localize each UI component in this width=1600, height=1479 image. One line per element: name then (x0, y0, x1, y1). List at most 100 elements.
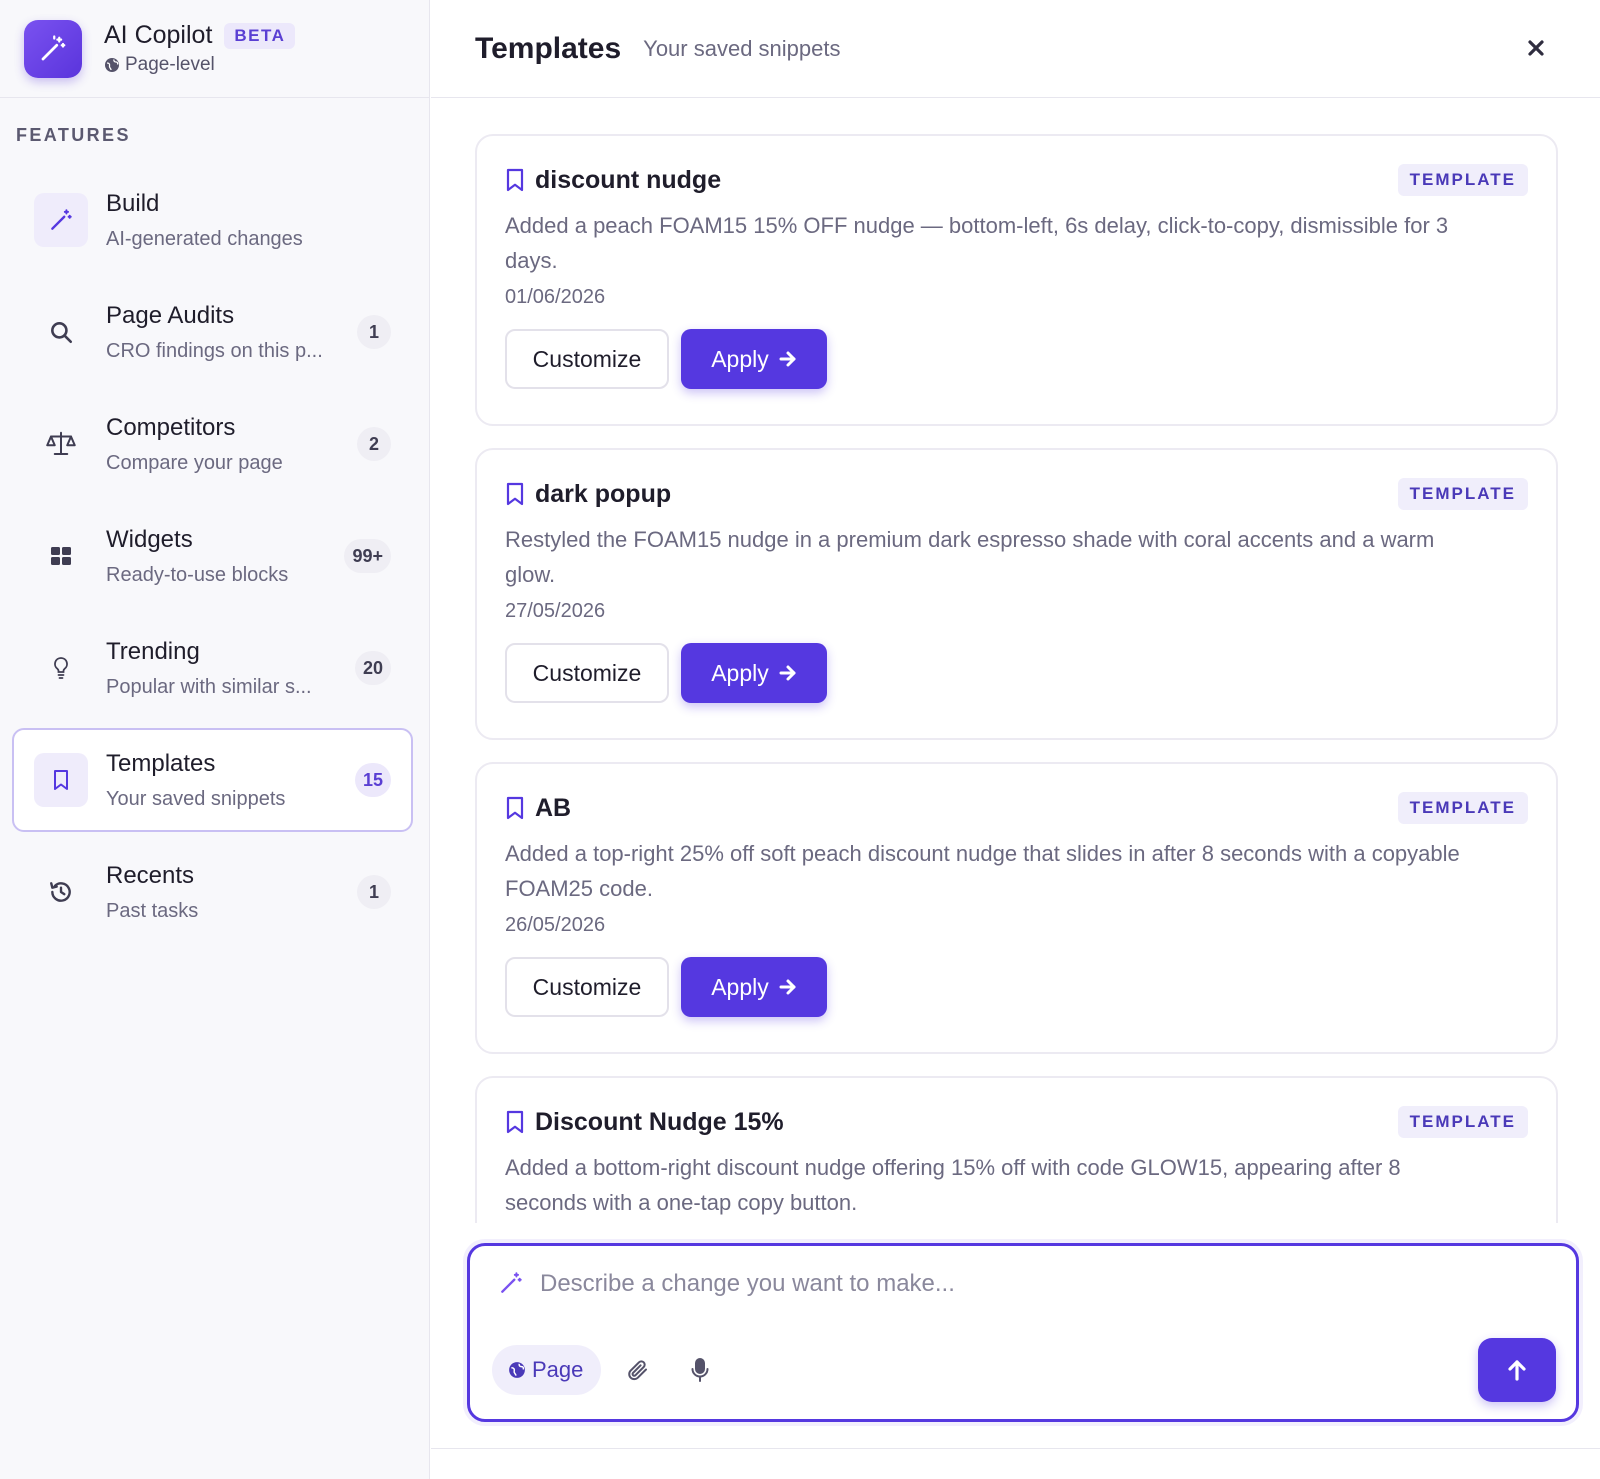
card-header: discount nudge (505, 162, 1528, 198)
bookmark-icon (506, 1110, 524, 1134)
history-icon (50, 882, 71, 902)
microphone-button[interactable] (682, 1352, 718, 1388)
card-header: AB (505, 790, 1528, 826)
nav-text: Competitors Compare your page (106, 414, 283, 475)
nav-icon-container (34, 305, 88, 359)
app-scope-label: Page-level (125, 54, 215, 75)
card-actions: Customize Apply (505, 957, 1528, 1017)
grid-icon (51, 547, 71, 565)
count-badge: 1 (357, 315, 391, 349)
template-description: Added a peach FOAM15 15% OFF nudge — bot… (505, 213, 1449, 273)
nav-icon-container (34, 529, 88, 583)
apply-button-label: Apply (711, 973, 769, 1000)
count-badge: 99+ (344, 539, 391, 573)
arrow-right-icon (779, 351, 796, 367)
app-title: AI Copilot (104, 21, 213, 49)
sidebar-item-subtitle: Your saved snippets (106, 787, 286, 810)
sidebar-item-subtitle: Compare your page (106, 451, 283, 474)
microphone-icon (691, 1358, 709, 1382)
nav-text: Trending Popular with similar s... (106, 638, 312, 699)
features-section-label: FEATURES (16, 125, 131, 145)
apply-button-label: Apply (711, 345, 769, 372)
arrow-right-icon (779, 979, 796, 995)
globe-icon (509, 1362, 525, 1378)
nav-icon-container (34, 193, 88, 247)
magic-wand-icon (501, 1272, 522, 1293)
template-card: dark popup TEMPLATE Restyled the FOAM15 … (475, 448, 1558, 740)
page-scope-chip[interactable]: Page (492, 1345, 602, 1395)
app-logo (24, 19, 82, 78)
apply-button[interactable]: Apply (681, 329, 827, 389)
bookmark-icon (506, 168, 524, 192)
apply-button[interactable]: Apply (681, 957, 827, 1017)
apply-button-label: Apply (711, 659, 769, 686)
bookmark-icon (54, 770, 68, 790)
template-tag: TEMPLATE (1397, 164, 1528, 196)
page-scope-label: Page (532, 1357, 584, 1382)
template-description: Added a bottom-right discount nudge offe… (505, 1155, 1401, 1215)
close-button[interactable] (1518, 30, 1554, 66)
count-badge: 15 (354, 763, 391, 797)
template-tag: TEMPLATE (1397, 1106, 1528, 1138)
card-header: dark popup (505, 476, 1528, 512)
sidebar-item-widgets[interactable]: Widgets Ready-to-use blocks 99+ (12, 504, 413, 608)
customize-button[interactable]: Customize (505, 957, 669, 1017)
template-date: 01/06/2026 (505, 286, 606, 308)
apply-button[interactable]: Apply (681, 643, 827, 703)
prompt-input[interactable] (540, 1260, 1440, 1308)
template-tag: TEMPLATE (1397, 792, 1528, 824)
main-header: Templates Your saved snippets (431, 0, 1600, 98)
arrow-up-icon (1508, 1360, 1526, 1381)
sidebar-item-recents[interactable]: Recents Past tasks 1 (12, 840, 413, 944)
sidebar-item-trending[interactable]: Trending Popular with similar s... 20 (12, 616, 413, 720)
bottom-divider (431, 1448, 1600, 1449)
sidebar-item-title: Templates (106, 749, 216, 777)
sidebar: AI Copilot BETA Page-level FEATURES Buil… (0, 0, 430, 1479)
app-scope: Page-level (104, 54, 295, 76)
nav-text: Widgets Ready-to-use blocks (106, 526, 288, 587)
bookmark-icon (506, 796, 524, 820)
sidebar-item-subtitle: AI-generated changes (106, 227, 303, 250)
template-list[interactable]: discount nudge TEMPLATE Added a peach FO… (475, 98, 1558, 1223)
nav-icon-container (34, 641, 88, 695)
page-title: Templates (475, 31, 622, 65)
attach-button[interactable] (620, 1352, 656, 1388)
template-date: 26/05/2026 (505, 914, 606, 936)
sidebar-header: AI Copilot BETA Page-level (0, 0, 429, 98)
nav-icon-container (34, 753, 88, 807)
sidebar-item-build[interactable]: Build AI-generated changes (12, 168, 413, 272)
template-card: discount nudge TEMPLATE Added a peach FO… (475, 134, 1558, 426)
sidebar-item-templates[interactable]: Templates Your saved snippets 15 (12, 728, 413, 832)
search-icon (51, 322, 73, 344)
sidebar-item-title: Competitors (106, 413, 236, 441)
magic-wand-icon (41, 34, 66, 60)
template-description: Added a top-right 25% off soft peach dis… (505, 841, 1460, 901)
customize-button[interactable]: Customize (505, 329, 669, 389)
template-card: Discount Nudge 15% TEMPLATE Added a bott… (475, 1076, 1558, 1223)
bookmark-icon (506, 482, 524, 506)
nav-text: Templates Your saved snippets (106, 750, 285, 811)
count-badge: 20 (354, 651, 391, 685)
sidebar-item-page-audits[interactable]: Page Audits CRO findings on this p... 1 (12, 280, 413, 384)
template-description: Restyled the FOAM15 nudge in a premium d… (505, 527, 1435, 587)
lightbulb-icon (54, 657, 68, 679)
arrow-right-icon (779, 665, 796, 681)
template-title: dark popup (535, 479, 672, 508)
app-title-row: AI Copilot BETA (104, 21, 296, 50)
count-badge: 1 (357, 875, 391, 909)
template-tag: TEMPLATE (1397, 478, 1528, 510)
sidebar-item-title: Widgets (106, 525, 193, 553)
nav-text: Page Audits CRO findings on this p... (106, 302, 323, 363)
template-card: AB TEMPLATE Added a top-right 25% off so… (475, 762, 1558, 1054)
template-title: discount nudge (535, 165, 722, 194)
sidebar-item-title: Trending (106, 637, 200, 665)
sidebar-item-title: Recents (106, 861, 195, 889)
count-badge: 2 (357, 427, 391, 461)
paperclip-icon (628, 1360, 647, 1381)
customize-button[interactable]: Customize (505, 643, 669, 703)
scale-icon (46, 431, 76, 455)
send-button[interactable] (1478, 1338, 1556, 1402)
sidebar-item-competitors[interactable]: Competitors Compare your page 2 (12, 392, 413, 496)
sidebar-item-subtitle: Ready-to-use blocks (106, 563, 289, 586)
template-title: AB (535, 793, 572, 822)
